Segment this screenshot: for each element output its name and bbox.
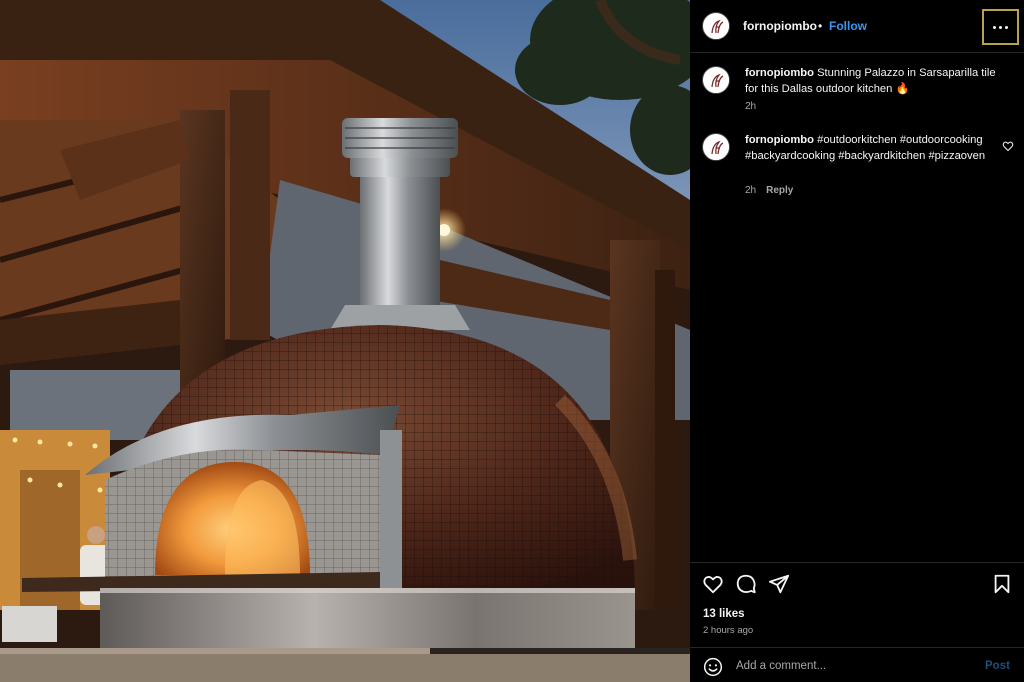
follow-button[interactable]: Follow bbox=[829, 19, 867, 33]
heart-icon[interactable] bbox=[702, 573, 724, 595]
comment-meta: 2h Reply bbox=[745, 185, 793, 196]
reply-button[interactable]: Reply bbox=[766, 185, 793, 196]
add-comment-bar: Post bbox=[690, 647, 1024, 682]
more-options-button[interactable] bbox=[982, 9, 1019, 45]
caption-comment: fornopiombo Stunning Palazzo in Sarsapar… bbox=[690, 66, 1024, 116]
comment-bubble-icon[interactable] bbox=[735, 573, 757, 595]
avatar[interactable] bbox=[702, 133, 730, 161]
post-header: fornopiombo • Follow bbox=[690, 0, 1024, 53]
heart-icon[interactable] bbox=[1002, 140, 1014, 152]
post-actions: 13 likes 2 hours ago Post bbox=[690, 562, 1024, 682]
more-dot bbox=[1005, 25, 1008, 29]
likes-count[interactable]: 13 likes bbox=[703, 608, 745, 620]
comment-time[interactable]: 2h bbox=[745, 101, 756, 112]
logo-icon bbox=[704, 68, 729, 93]
post-image[interactable] bbox=[0, 0, 690, 682]
avatar[interactable] bbox=[702, 12, 730, 40]
comment-username[interactable]: fornopiombo bbox=[745, 134, 814, 146]
more-dot bbox=[999, 25, 1002, 29]
separator-dot: • bbox=[818, 19, 823, 33]
send-icon[interactable] bbox=[768, 573, 790, 595]
comment-username[interactable]: fornopiombo bbox=[745, 67, 814, 79]
comment-meta: 2h bbox=[745, 101, 756, 112]
comment-time[interactable]: 2h bbox=[745, 185, 756, 196]
post-comment-button[interactable]: Post bbox=[985, 660, 1010, 672]
avatar[interactable] bbox=[702, 66, 730, 94]
comment-text-block: fornopiombo #outdoorkitchen #outdoorcook… bbox=[745, 133, 1000, 164]
comment-text-block: fornopiombo Stunning Palazzo in Sarsapar… bbox=[745, 66, 1000, 97]
hashtag-comment: fornopiombo #outdoorkitchen #outdoorcook… bbox=[690, 133, 1024, 203]
bookmark-icon[interactable] bbox=[991, 573, 1013, 595]
logo-icon bbox=[704, 135, 729, 160]
logo-icon bbox=[704, 14, 729, 39]
header-username[interactable]: fornopiombo bbox=[743, 19, 817, 33]
more-horizontal-icon bbox=[993, 25, 996, 29]
post-side-panel: fornopiombo • Follow fornopiombo Stunnin… bbox=[690, 0, 1024, 682]
comment-input[interactable] bbox=[736, 658, 966, 674]
post-timestamp[interactable]: 2 hours ago bbox=[703, 625, 753, 636]
emoji-icon[interactable] bbox=[703, 657, 723, 677]
